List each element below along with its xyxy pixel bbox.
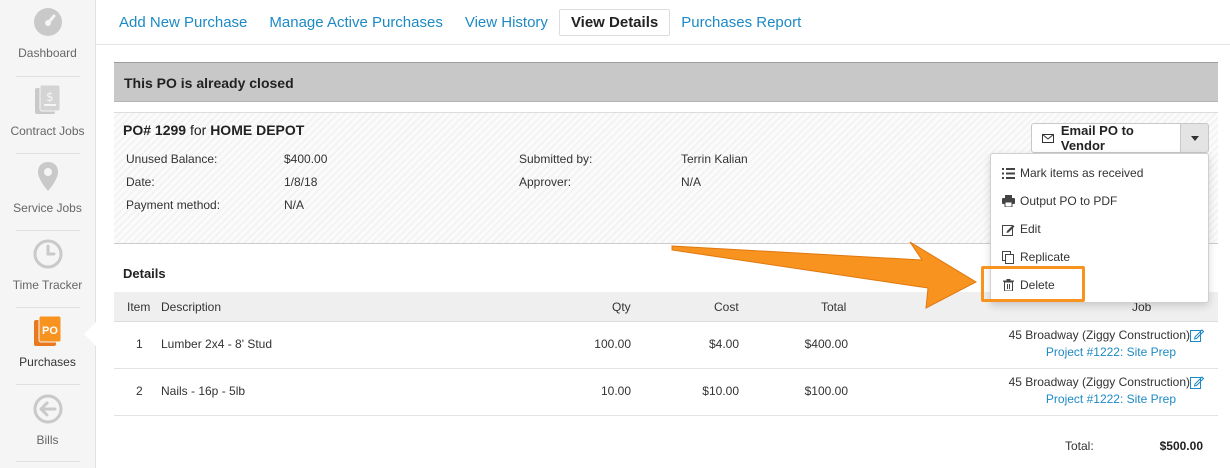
row-job: 45 Broadway (Ziggy Construction) Project… xyxy=(1008,374,1205,408)
submitted-by-value: Terrin Kalian xyxy=(681,152,748,166)
tab-divider xyxy=(96,44,1230,45)
unused-balance-label: Unused Balance: xyxy=(126,152,218,166)
row-total: $400.00 xyxy=(804,337,848,351)
map-pin-icon xyxy=(32,161,64,193)
job-project-link[interactable]: Project #1222: Site Prep xyxy=(1009,344,1176,361)
total-value: $500.00 xyxy=(1159,439,1203,453)
po-icon: PO xyxy=(32,315,64,347)
job-project-link[interactable]: Project #1222: Site Prep xyxy=(1009,391,1176,408)
menu-item-label: Edit xyxy=(1020,222,1041,236)
payment-method-label: Payment method: xyxy=(126,198,221,212)
row-total: $100.00 xyxy=(804,384,848,398)
po-vendor: HOME DEPOT xyxy=(210,122,305,138)
column-header-description: Description xyxy=(161,300,222,314)
svg-text:$: $ xyxy=(46,90,54,104)
tab-view-history[interactable]: View History xyxy=(454,10,559,35)
menu-item-label: Output PO to PDF xyxy=(1020,194,1118,208)
sidebar-item-dashboard[interactable]: Dashboard xyxy=(0,0,95,77)
tab-manage-active-purchases[interactable]: Manage Active Purchases xyxy=(258,10,453,35)
contract-document-icon: $ xyxy=(32,84,64,116)
delete-highlight-box xyxy=(981,266,1085,302)
job-name: 45 Broadway (Ziggy Construction) xyxy=(1008,375,1190,389)
row-item: 1 xyxy=(136,337,143,351)
purchase-tabs: Add New Purchase Manage Active Purchases… xyxy=(108,8,812,36)
menu-item-label: Mark items as received xyxy=(1020,166,1144,180)
sidebar-item-time-tracker[interactable]: Time Tracker xyxy=(0,232,95,309)
row-description: Lumber 2x4 - 8' Stud xyxy=(161,337,273,351)
po-number: PO# 1299 xyxy=(123,122,187,138)
sidebar-divider xyxy=(16,153,80,154)
table-row: 2 Nails - 16p - 5lb 10.00 $10.00 $100.00… xyxy=(114,369,1218,416)
row-item: 2 xyxy=(136,384,143,398)
tab-purchases-report[interactable]: Purchases Report xyxy=(670,10,812,35)
sidebar-divider xyxy=(16,384,80,385)
row-cost: $4.00 xyxy=(708,337,739,351)
po-badge-text: PO xyxy=(42,325,58,337)
row-cost: $10.00 xyxy=(702,384,739,398)
caret-down-icon xyxy=(1190,135,1199,141)
row-description: Nails - 16p - 5lb xyxy=(161,384,246,398)
sidebar: Dashboard $ Contract Jobs Service Jobs T… xyxy=(0,0,96,468)
date-value: 1/8/18 xyxy=(284,175,318,189)
sidebar-divider xyxy=(16,76,80,77)
job-name: 45 Broadway (Ziggy Construction) xyxy=(1008,328,1190,342)
annotation-arrow-icon xyxy=(671,241,978,309)
column-header-item: Item xyxy=(127,300,151,314)
row-job: 45 Broadway (Ziggy Construction) Project… xyxy=(1008,327,1205,361)
sidebar-divider xyxy=(16,307,80,308)
po-title: PO# 1299 for HOME DEPOT xyxy=(123,122,304,138)
menu-item-edit[interactable]: Edit xyxy=(1001,219,1041,239)
sidebar-item-label: Time Tracker xyxy=(12,278,83,292)
copy-icon xyxy=(1001,250,1015,264)
printer-icon xyxy=(1001,194,1015,208)
table-row: 1 Lumber 2x4 - 8' Stud 100.00 $4.00 $400… xyxy=(114,322,1218,369)
date-label: Date: xyxy=(126,175,155,189)
details-heading: Details xyxy=(123,266,166,281)
tab-view-details[interactable]: View Details xyxy=(558,8,671,36)
edit-job-icon[interactable] xyxy=(1190,375,1205,389)
gauge-icon xyxy=(32,6,64,38)
menu-item-output-pdf[interactable]: Output PO to PDF xyxy=(1001,191,1117,211)
sidebar-divider xyxy=(16,461,80,462)
tab-add-new-purchase[interactable]: Add New Purchase xyxy=(108,10,258,35)
po-for-word: for xyxy=(189,122,207,138)
row-qty: 100.00 xyxy=(594,337,631,351)
sidebar-item-bills[interactable]: Bills xyxy=(0,387,95,464)
email-po-label: Email PO to Vendor xyxy=(1060,123,1134,153)
edit-icon xyxy=(1001,222,1015,236)
payment-method-value: N/A xyxy=(284,198,305,212)
clock-icon xyxy=(32,238,64,270)
sidebar-divider xyxy=(16,230,80,231)
menu-item-mark-received[interactable]: Mark items as received xyxy=(1001,163,1143,183)
menu-item-replicate[interactable]: Replicate xyxy=(1001,247,1070,267)
arrow-left-circle-icon xyxy=(32,393,64,425)
total-label: Total: xyxy=(1065,439,1094,453)
sidebar-item-label: Dashboard xyxy=(18,46,77,60)
email-po-button[interactable]: Email PO to Vendor xyxy=(1031,123,1181,153)
submitted-by-label: Submitted by: xyxy=(519,152,593,166)
sidebar-item-label: Contract Jobs xyxy=(10,124,85,138)
sidebar-item-label: Bills xyxy=(36,433,59,447)
row-qty: 10.00 xyxy=(600,384,631,398)
sidebar-item-label: Service Jobs xyxy=(13,201,82,215)
envelope-icon xyxy=(1042,133,1054,143)
approver-label: Approver: xyxy=(519,175,572,189)
sidebar-item-contract-jobs[interactable]: $ Contract Jobs xyxy=(0,78,95,155)
column-header-qty: Qty xyxy=(612,300,631,314)
actions-dropdown-toggle[interactable] xyxy=(1180,123,1209,153)
menu-item-label: Replicate xyxy=(1020,250,1071,264)
closed-po-banner: This PO is already closed xyxy=(114,62,1218,102)
sidebar-item-service-jobs[interactable]: Service Jobs xyxy=(0,155,95,232)
approver-value: N/A xyxy=(681,175,702,189)
sidebar-item-label: Purchases xyxy=(19,355,76,369)
unused-balance-value: $400.00 xyxy=(284,152,328,166)
edit-job-icon[interactable] xyxy=(1190,328,1205,342)
sidebar-item-purchases[interactable]: PO Purchases xyxy=(0,309,95,386)
list-icon xyxy=(1001,166,1015,180)
active-indicator xyxy=(84,322,96,346)
